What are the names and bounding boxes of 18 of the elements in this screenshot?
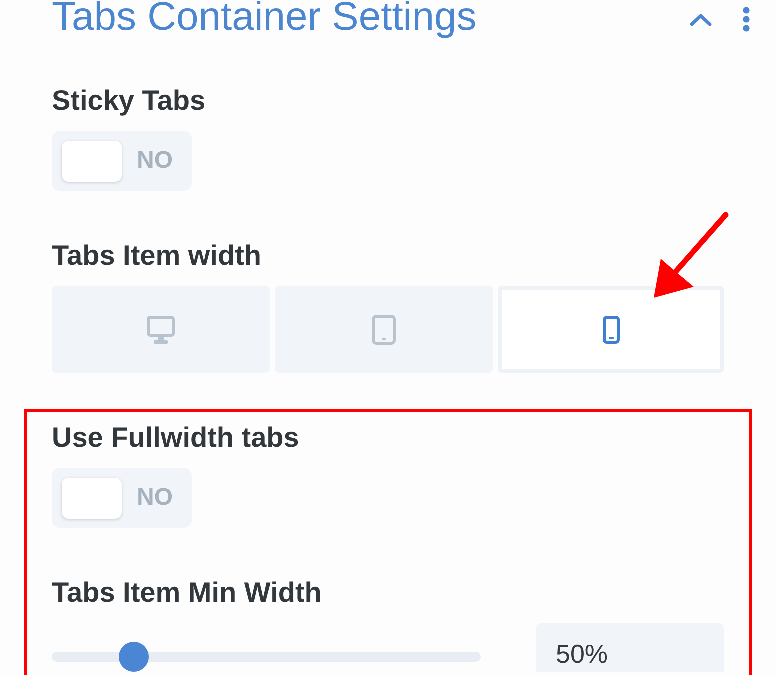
- toggle-switch[interactable]: NO: [52, 468, 192, 528]
- toggle-knob: [62, 478, 122, 518]
- field-label: Sticky Tabs: [52, 87, 206, 115]
- slider-track[interactable]: [52, 642, 481, 672]
- tablet-icon: [372, 314, 396, 344]
- phone-icon: [602, 316, 620, 344]
- toggle-knob: [62, 140, 122, 182]
- slider-thumb[interactable]: [118, 642, 149, 672]
- field-label: Tabs Item Min Width: [52, 579, 322, 607]
- chevron-up-icon[interactable]: [690, 14, 712, 26]
- section-title: Tabs Container Settings: [52, 0, 478, 37]
- kebab-menu-icon[interactable]: [743, 7, 750, 32]
- slider-value-field[interactable]: 50%: [536, 623, 724, 672]
- toggle-switch[interactable]: NO: [52, 131, 192, 191]
- field-label: Use Fullwidth tabs: [52, 424, 300, 452]
- phone-view-button[interactable]: [498, 286, 724, 373]
- field-label: Tabs Item width: [52, 242, 262, 270]
- monitor-icon: [147, 316, 175, 344]
